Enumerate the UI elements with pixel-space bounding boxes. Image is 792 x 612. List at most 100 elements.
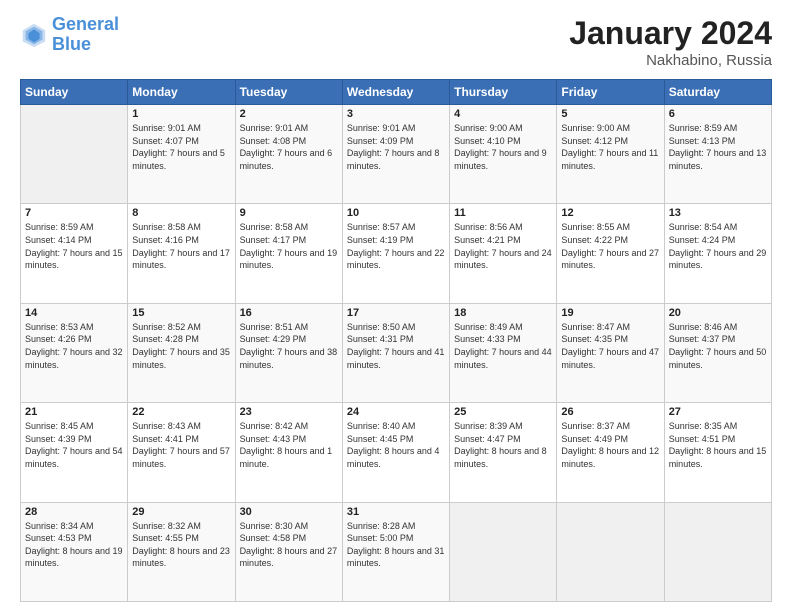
sunset: Sunset: 4:10 PM xyxy=(454,135,552,148)
day-number: 29 xyxy=(132,506,230,518)
daylight: Daylight: 7 hours and 19 minutes. xyxy=(240,247,338,272)
sunrise: Sunrise: 9:00 AM xyxy=(454,122,552,135)
daylight: Daylight: 8 hours and 23 minutes. xyxy=(132,545,230,570)
calendar-cell: 13 Sunrise: 8:54 AM Sunset: 4:24 PM Dayl… xyxy=(664,204,771,303)
daylight: Daylight: 8 hours and 12 minutes. xyxy=(561,445,659,470)
day-info: Sunrise: 8:49 AM Sunset: 4:33 PM Dayligh… xyxy=(454,321,552,371)
day-number: 17 xyxy=(347,307,445,319)
day-info: Sunrise: 9:00 AM Sunset: 4:12 PM Dayligh… xyxy=(561,122,659,172)
day-info: Sunrise: 8:45 AM Sunset: 4:39 PM Dayligh… xyxy=(25,420,123,470)
day-number: 21 xyxy=(25,406,123,418)
day-number: 14 xyxy=(25,307,123,319)
sunset: Sunset: 4:35 PM xyxy=(561,333,659,346)
main-title: January 2024 xyxy=(569,15,772,52)
sunset: Sunset: 4:28 PM xyxy=(132,333,230,346)
title-block: January 2024 Nakhabino, Russia xyxy=(569,15,772,69)
day-number: 9 xyxy=(240,207,338,219)
day-info: Sunrise: 8:46 AM Sunset: 4:37 PM Dayligh… xyxy=(669,321,767,371)
day-number: 8 xyxy=(132,207,230,219)
header-thursday: Thursday xyxy=(450,80,557,105)
day-number: 13 xyxy=(669,207,767,219)
daylight: Daylight: 8 hours and 31 minutes. xyxy=(347,545,445,570)
sunrise: Sunrise: 8:30 AM xyxy=(240,520,338,533)
day-info: Sunrise: 8:59 AM Sunset: 4:14 PM Dayligh… xyxy=(25,221,123,271)
day-number: 3 xyxy=(347,108,445,120)
sunset: Sunset: 4:41 PM xyxy=(132,433,230,446)
daylight: Daylight: 8 hours and 27 minutes. xyxy=(240,545,338,570)
day-info: Sunrise: 8:43 AM Sunset: 4:41 PM Dayligh… xyxy=(132,420,230,470)
logo-text: General Blue xyxy=(52,15,119,55)
calendar-cell: 11 Sunrise: 8:56 AM Sunset: 4:21 PM Dayl… xyxy=(450,204,557,303)
sunrise: Sunrise: 8:39 AM xyxy=(454,420,552,433)
sunrise: Sunrise: 8:47 AM xyxy=(561,321,659,334)
calendar-cell: 7 Sunrise: 8:59 AM Sunset: 4:14 PM Dayli… xyxy=(21,204,128,303)
calendar-cell: 15 Sunrise: 8:52 AM Sunset: 4:28 PM Dayl… xyxy=(128,303,235,402)
day-info: Sunrise: 8:59 AM Sunset: 4:13 PM Dayligh… xyxy=(669,122,767,172)
calendar-cell: 16 Sunrise: 8:51 AM Sunset: 4:29 PM Dayl… xyxy=(235,303,342,402)
sunrise: Sunrise: 8:35 AM xyxy=(669,420,767,433)
calendar-cell: 4 Sunrise: 9:00 AM Sunset: 4:10 PM Dayli… xyxy=(450,105,557,204)
daylight: Daylight: 7 hours and 47 minutes. xyxy=(561,346,659,371)
sunrise: Sunrise: 8:50 AM xyxy=(347,321,445,334)
daylight: Daylight: 7 hours and 50 minutes. xyxy=(669,346,767,371)
logo-icon xyxy=(20,21,48,49)
day-info: Sunrise: 9:00 AM Sunset: 4:10 PM Dayligh… xyxy=(454,122,552,172)
calendar-week-2: 14 Sunrise: 8:53 AM Sunset: 4:26 PM Dayl… xyxy=(21,303,772,402)
day-info: Sunrise: 9:01 AM Sunset: 4:08 PM Dayligh… xyxy=(240,122,338,172)
day-info: Sunrise: 8:30 AM Sunset: 4:58 PM Dayligh… xyxy=(240,520,338,570)
sunset: Sunset: 4:12 PM xyxy=(561,135,659,148)
sunset: Sunset: 4:24 PM xyxy=(669,234,767,247)
day-info: Sunrise: 8:58 AM Sunset: 4:17 PM Dayligh… xyxy=(240,221,338,271)
sunset: Sunset: 4:51 PM xyxy=(669,433,767,446)
page: General Blue January 2024 Nakhabino, Rus… xyxy=(0,0,792,612)
day-number: 24 xyxy=(347,406,445,418)
calendar-cell: 1 Sunrise: 9:01 AM Sunset: 4:07 PM Dayli… xyxy=(128,105,235,204)
calendar-cell: 24 Sunrise: 8:40 AM Sunset: 4:45 PM Dayl… xyxy=(342,403,449,502)
sunrise: Sunrise: 8:37 AM xyxy=(561,420,659,433)
sunrise: Sunrise: 8:49 AM xyxy=(454,321,552,334)
calendar-cell: 28 Sunrise: 8:34 AM Sunset: 4:53 PM Dayl… xyxy=(21,502,128,601)
day-info: Sunrise: 8:53 AM Sunset: 4:26 PM Dayligh… xyxy=(25,321,123,371)
daylight: Daylight: 7 hours and 29 minutes. xyxy=(669,247,767,272)
day-info: Sunrise: 8:40 AM Sunset: 4:45 PM Dayligh… xyxy=(347,420,445,470)
daylight: Daylight: 7 hours and 41 minutes. xyxy=(347,346,445,371)
day-number: 27 xyxy=(669,406,767,418)
logo: General Blue xyxy=(20,15,119,55)
daylight: Daylight: 7 hours and 35 minutes. xyxy=(132,346,230,371)
sunset: Sunset: 4:22 PM xyxy=(561,234,659,247)
sunrise: Sunrise: 8:58 AM xyxy=(132,221,230,234)
sunset: Sunset: 4:53 PM xyxy=(25,532,123,545)
daylight: Daylight: 7 hours and 13 minutes. xyxy=(669,147,767,172)
day-number: 22 xyxy=(132,406,230,418)
sunset: Sunset: 4:55 PM xyxy=(132,532,230,545)
daylight: Daylight: 7 hours and 5 minutes. xyxy=(132,147,230,172)
sunset: Sunset: 4:09 PM xyxy=(347,135,445,148)
daylight: Daylight: 7 hours and 57 minutes. xyxy=(132,445,230,470)
daylight: Daylight: 7 hours and 15 minutes. xyxy=(25,247,123,272)
header-monday: Monday xyxy=(128,80,235,105)
calendar-cell: 6 Sunrise: 8:59 AM Sunset: 4:13 PM Dayli… xyxy=(664,105,771,204)
sunset: Sunset: 4:47 PM xyxy=(454,433,552,446)
day-number: 15 xyxy=(132,307,230,319)
sunrise: Sunrise: 8:45 AM xyxy=(25,420,123,433)
calendar-cell: 18 Sunrise: 8:49 AM Sunset: 4:33 PM Dayl… xyxy=(450,303,557,402)
header: General Blue January 2024 Nakhabino, Rus… xyxy=(20,15,772,69)
sunrise: Sunrise: 8:46 AM xyxy=(669,321,767,334)
sunset: Sunset: 4:26 PM xyxy=(25,333,123,346)
calendar-cell xyxy=(557,502,664,601)
daylight: Daylight: 8 hours and 4 minutes. xyxy=(347,445,445,470)
sunrise: Sunrise: 9:01 AM xyxy=(347,122,445,135)
sunset: Sunset: 4:58 PM xyxy=(240,532,338,545)
day-number: 23 xyxy=(240,406,338,418)
daylight: Daylight: 8 hours and 8 minutes. xyxy=(454,445,552,470)
calendar-cell: 22 Sunrise: 8:43 AM Sunset: 4:41 PM Dayl… xyxy=(128,403,235,502)
sunset: Sunset: 4:49 PM xyxy=(561,433,659,446)
sunset: Sunset: 4:39 PM xyxy=(25,433,123,446)
sunrise: Sunrise: 8:57 AM xyxy=(347,221,445,234)
calendar-week-0: 1 Sunrise: 9:01 AM Sunset: 4:07 PM Dayli… xyxy=(21,105,772,204)
daylight: Daylight: 7 hours and 32 minutes. xyxy=(25,346,123,371)
calendar-cell: 26 Sunrise: 8:37 AM Sunset: 4:49 PM Dayl… xyxy=(557,403,664,502)
calendar-cell: 3 Sunrise: 9:01 AM Sunset: 4:09 PM Dayli… xyxy=(342,105,449,204)
calendar-cell xyxy=(450,502,557,601)
calendar-cell: 8 Sunrise: 8:58 AM Sunset: 4:16 PM Dayli… xyxy=(128,204,235,303)
